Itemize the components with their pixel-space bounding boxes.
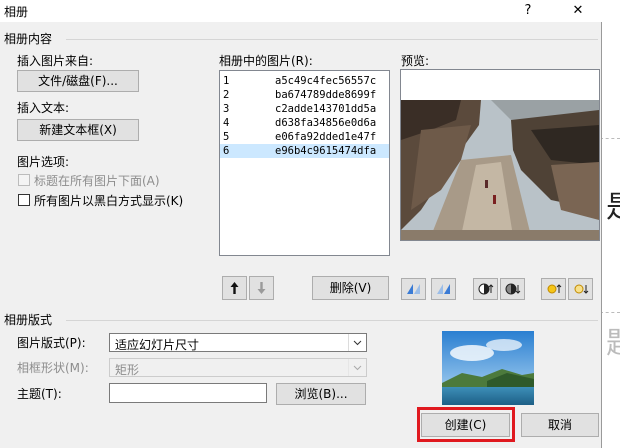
new-textbox-button[interactable]: 新建文本框(X) [17,119,139,141]
theme-label: 主题(T): [17,387,62,401]
list-item[interactable]: 3 c2adde143701dd5a [220,102,389,116]
list-item[interactable]: 2 ba674789dde8699f [220,88,389,102]
document-dashed-line [600,138,620,139]
list-item-name: e96b4c9615474dfa [275,145,377,157]
rotate-right-icon [437,284,450,294]
picture-layout-value: 适应幻灯片尺寸 [115,338,200,352]
contrast-down-button[interactable] [500,278,525,300]
black-white-option-label: 所有图片以黑白方式显示(K) [34,194,184,208]
pictures-list[interactable]: 1 a5c49c4fec56557c 2 ba674789dde8699f 3 c2add… [219,70,390,256]
create-button-highlight-box [417,407,515,442]
frame-shape-select[interactable]: 矩形 [109,358,367,377]
close-button[interactable]: ✕ [556,0,600,22]
layout-preview-thumbnail [442,331,534,405]
frame-shape-value: 矩形 [115,363,140,377]
rotate-left-button[interactable] [401,278,426,300]
move-down-button[interactable] [249,276,274,300]
list-item-name: d638fa34856e0d6a [275,117,377,129]
preview-pane [400,69,600,241]
list-item-name: c2adde143701dd5a [275,103,377,115]
brightness-down-icon [574,284,589,294]
list-item-name: ba674789dde8699f [275,89,377,101]
document-text-fragment: 是 [606,182,620,226]
remove-button[interactable]: 删除(V) [312,276,389,300]
document-text-fragment: 题 [606,318,620,362]
captions-option-label: 标题在所有图片下面(A) [34,174,160,188]
black-white-checkbox[interactable] [18,194,30,206]
photo-album-dialog: 相册 ? ✕ 相册内容 插入图片来自: 文件/磁盘(F)... 插入文本: 新建… [0,0,602,448]
insert-from-label: 插入图片来自: [17,54,94,68]
list-item-number: 2 [223,89,230,101]
section-divider [66,320,598,321]
chevron-down-icon [348,359,366,376]
brightness-up-button[interactable] [541,278,566,300]
contrast-down-icon [505,283,521,295]
contrast-up-button[interactable] [473,278,498,300]
list-item[interactable]: 6 e96b4c9615474dfa [220,144,389,158]
browse-button[interactable]: 浏览(B)... [276,383,366,405]
list-item-number: 1 [223,75,230,87]
rotate-right-button[interactable] [431,278,456,300]
help-button[interactable]: ? [506,0,550,22]
picture-layout-label: 图片版式(P): [17,336,86,350]
list-item[interactable]: 1 a5c49c4fec56557c [220,74,389,88]
frame-shape-label: 相框形状(M): [17,361,89,375]
rotate-left-icon [407,284,420,294]
picture-options-label: 图片选项: [17,155,70,169]
album-content-section-label: 相册内容 [4,32,53,46]
list-item[interactable]: 4 d638fa34856e0d6a [220,116,389,130]
captions-checkbox[interactable] [18,174,30,186]
pictures-in-album-label: 相册中的图片(R): [219,54,313,68]
preview-label: 预览: [401,54,430,68]
section-divider [66,39,598,40]
chevron-down-icon [348,334,366,351]
title-bar[interactable]: 相册 ? ✕ [0,0,602,22]
arrow-down-icon [257,282,266,294]
theme-input[interactable] [109,383,267,403]
move-up-button[interactable] [222,276,247,300]
insert-text-label: 插入文本: [17,101,70,115]
list-item-name: a5c49c4fec56557c [275,75,377,87]
list-item-number: 6 [223,145,230,157]
list-item-number: 4 [223,117,230,129]
album-layout-section-label: 相册版式 [4,313,53,327]
dialog-title: 相册 [4,5,29,19]
preview-image [401,98,599,240]
brightness-down-button[interactable] [568,278,593,300]
contrast-up-icon [478,283,494,295]
list-item-name: e06fa92dded1e47f [275,131,377,143]
brightness-up-icon [547,284,562,294]
arrow-up-icon [230,282,239,294]
cancel-button[interactable]: 取消 [521,413,599,437]
list-item-number: 3 [223,103,230,115]
document-dashed-line [600,312,620,313]
list-item[interactable]: 5 e06fa92dded1e47f [220,130,389,144]
file-disk-button[interactable]: 文件/磁盘(F)... [17,70,139,92]
picture-layout-select[interactable]: 适应幻灯片尺寸 [109,333,367,352]
list-item-number: 5 [223,131,230,143]
